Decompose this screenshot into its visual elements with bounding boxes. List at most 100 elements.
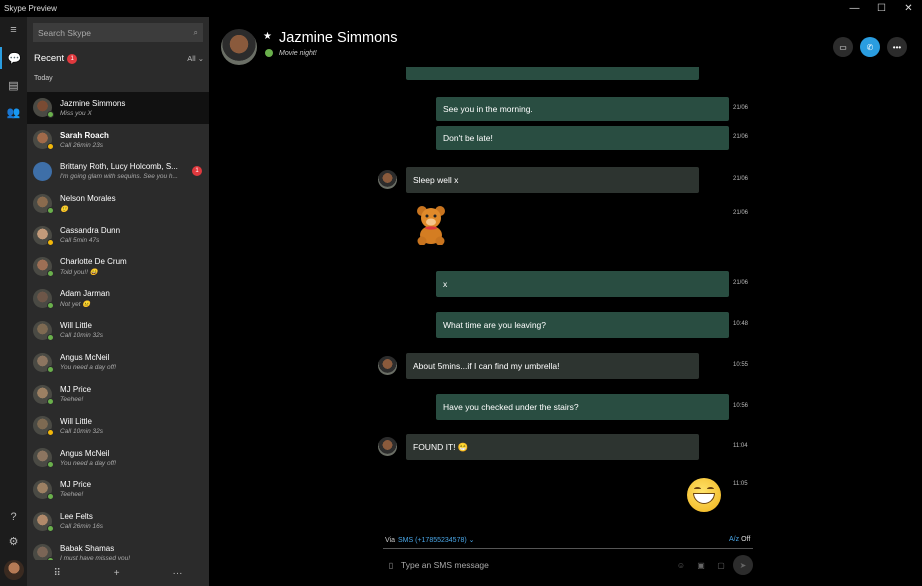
contact-name: Angus McNeil (60, 353, 110, 363)
more-options-icon[interactable]: ··· (173, 568, 183, 579)
contact-list-item[interactable]: Nelson Morales 🙂 (27, 187, 209, 219)
contact-list-item[interactable]: Cassandra Dunn Call 5min 47s (27, 219, 209, 251)
contact-avatar (33, 130, 54, 151)
window-title: Skype Preview (4, 4, 57, 13)
chats-icon[interactable]: 💬 (0, 47, 27, 69)
recent-label: Recent (34, 53, 65, 64)
contact-avatar (33, 289, 54, 310)
incoming-message[interactable]: Sleep well x (406, 167, 699, 193)
presence-status-icon (47, 492, 54, 500)
contact-name: Angus McNeil (60, 448, 110, 458)
contact-name: Brittany Roth, Lucy Holcomb, S... (60, 162, 178, 172)
emoji-icon[interactable]: ☺ (671, 561, 691, 570)
contact-avatar[interactable] (221, 29, 257, 65)
contact-name: MJ Price (60, 385, 92, 395)
favorite-star-icon[interactable]: ★ (263, 31, 272, 42)
file-icon[interactable]: ▢ (711, 561, 731, 570)
contact-list-item[interactable]: MJ Price Teehee! (27, 378, 209, 410)
search-icon[interactable]: ⌕ (194, 28, 198, 38)
help-icon[interactable]: ? (0, 506, 27, 528)
video-call-button[interactable]: ▭ (833, 37, 853, 57)
message-input[interactable] (401, 560, 671, 570)
presence-status-icon (47, 429, 54, 437)
hamburger-menu-icon[interactable]: ≡ (0, 19, 27, 41)
minimize-button[interactable]: — (841, 0, 868, 17)
group-avatar-icon (33, 161, 52, 181)
dialpad-icon[interactable]: ⠿ (53, 568, 60, 579)
outgoing-message[interactable]: Don't be late! (436, 126, 729, 150)
my-avatar[interactable] (4, 560, 24, 580)
search-input[interactable] (38, 27, 194, 38)
compose-divider (383, 548, 753, 549)
contact-avatar (33, 448, 54, 469)
message-timestamp: 21/06 (733, 105, 749, 111)
teddy-bear-sticker (415, 205, 447, 246)
contact-list-item[interactable]: Adam Jarman Not yet 😐 (27, 283, 209, 315)
outgoing-message[interactable]: What time are you leaving? (436, 312, 729, 338)
maximize-button[interactable]: ☐ (868, 0, 895, 17)
title-bar: Skype Preview — ☐ ✕ (0, 0, 922, 17)
unread-badge: 1 (192, 165, 202, 176)
contact-last-message: Miss you X (60, 109, 92, 117)
incoming-message[interactable]: FOUND IT! 😁 (406, 434, 699, 460)
contact-list-item[interactable]: MJ Price Teehee! (27, 474, 209, 506)
presence-status-icon (47, 302, 54, 310)
sender-avatar[interactable] (378, 356, 397, 375)
contact-avatar (33, 193, 54, 214)
contact-name: Jazmine Simmons (60, 98, 126, 108)
presence-status-icon (47, 397, 54, 405)
more-icon: ••• (892, 42, 902, 52)
add-contact-icon[interactable]: + (114, 568, 120, 579)
contact-last-message: Call 5min 47s (60, 237, 100, 245)
send-via-selector[interactable]: Via SMS (+17855234578) ⌄ (385, 536, 475, 545)
video-icon: ▭ (839, 42, 847, 52)
contact-list-item[interactable]: Sarah Roach Call 26min 23s (27, 124, 209, 156)
contact-list-item[interactable]: Babak Shamas I must have missed you! (27, 537, 209, 562)
grinning-emoticon (687, 478, 721, 512)
recent-filter-dropdown[interactable]: All ⌄ (187, 54, 204, 63)
recent-unread-badge: 1 (67, 53, 78, 64)
contact-last-message: I'm going glam with sequins. See you h..… (60, 173, 178, 181)
contact-last-message: Call 26min 23s (60, 141, 103, 149)
message-timestamp: 21/06 (733, 280, 749, 286)
send-button[interactable]: ➤ (733, 555, 753, 575)
contact-list-item[interactable]: Brittany Roth, Lucy Holcomb, S... I'm goi… (27, 156, 209, 188)
people-icon[interactable]: 👥 (0, 101, 27, 123)
contact-name: Charlotte De Crum (60, 257, 127, 267)
image-icon[interactable]: ▣ (691, 561, 711, 570)
contact-list: Jazmine Simmons Miss you X Sarah Roach Call… (27, 92, 209, 562)
contacts-icon[interactable]: ▤ (0, 74, 27, 96)
presence-status-icon (47, 111, 54, 119)
contact-name[interactable]: Jazmine Simmons (279, 30, 397, 46)
presence-status-icon (47, 333, 54, 341)
outgoing-message[interactable]: Have you checked under the stairs? (436, 394, 729, 420)
settings-icon[interactable]: ⚙ (0, 530, 27, 552)
sender-avatar[interactable] (378, 170, 397, 189)
audio-call-button[interactable]: ✆ (860, 37, 880, 57)
via-label: Via (385, 536, 395, 544)
contact-status: Movie night! (265, 49, 317, 57)
contact-list-item[interactable]: Lee Felts Call 26min 16s (27, 505, 209, 537)
contact-list-item[interactable]: Jazmine Simmons Miss you X (27, 92, 209, 124)
outgoing-message[interactable]: x (436, 271, 729, 297)
incoming-message[interactable]: About 5mins...if I can find my umbrella! (406, 353, 699, 379)
via-sms-number[interactable]: SMS (+17855234578) ⌄ (398, 536, 475, 544)
close-button[interactable]: ✕ (895, 0, 922, 17)
more-button[interactable]: ••• (887, 37, 907, 57)
outgoing-message[interactable]: See you in the morning. (436, 97, 729, 121)
contact-list-item[interactable]: Angus McNeil You need a day off! (27, 346, 209, 378)
contact-list-item[interactable]: Will Little Call 10min 32s (27, 410, 209, 442)
contact-list-item[interactable]: Will Little Call 10min 32s (27, 315, 209, 347)
sender-avatar[interactable] (378, 437, 397, 456)
translator-toggle[interactable]: A/z Off (729, 536, 750, 543)
contact-list-item[interactable]: Angus McNeil You need a day off! (27, 442, 209, 474)
contact-list-item[interactable]: Charlotte De Crum Told you!! 😄 (27, 251, 209, 283)
search-box[interactable]: ⌕ (33, 23, 203, 42)
message-timestamp: 11:05 (733, 481, 748, 487)
translator-icon: A/z (729, 536, 740, 543)
translator-state: Off (741, 536, 751, 543)
contact-avatar (33, 352, 54, 373)
presence-status-icon (47, 206, 54, 214)
contact-last-message: Call 10min 32s (60, 332, 103, 340)
contact-last-message: 🙂 (60, 205, 69, 213)
